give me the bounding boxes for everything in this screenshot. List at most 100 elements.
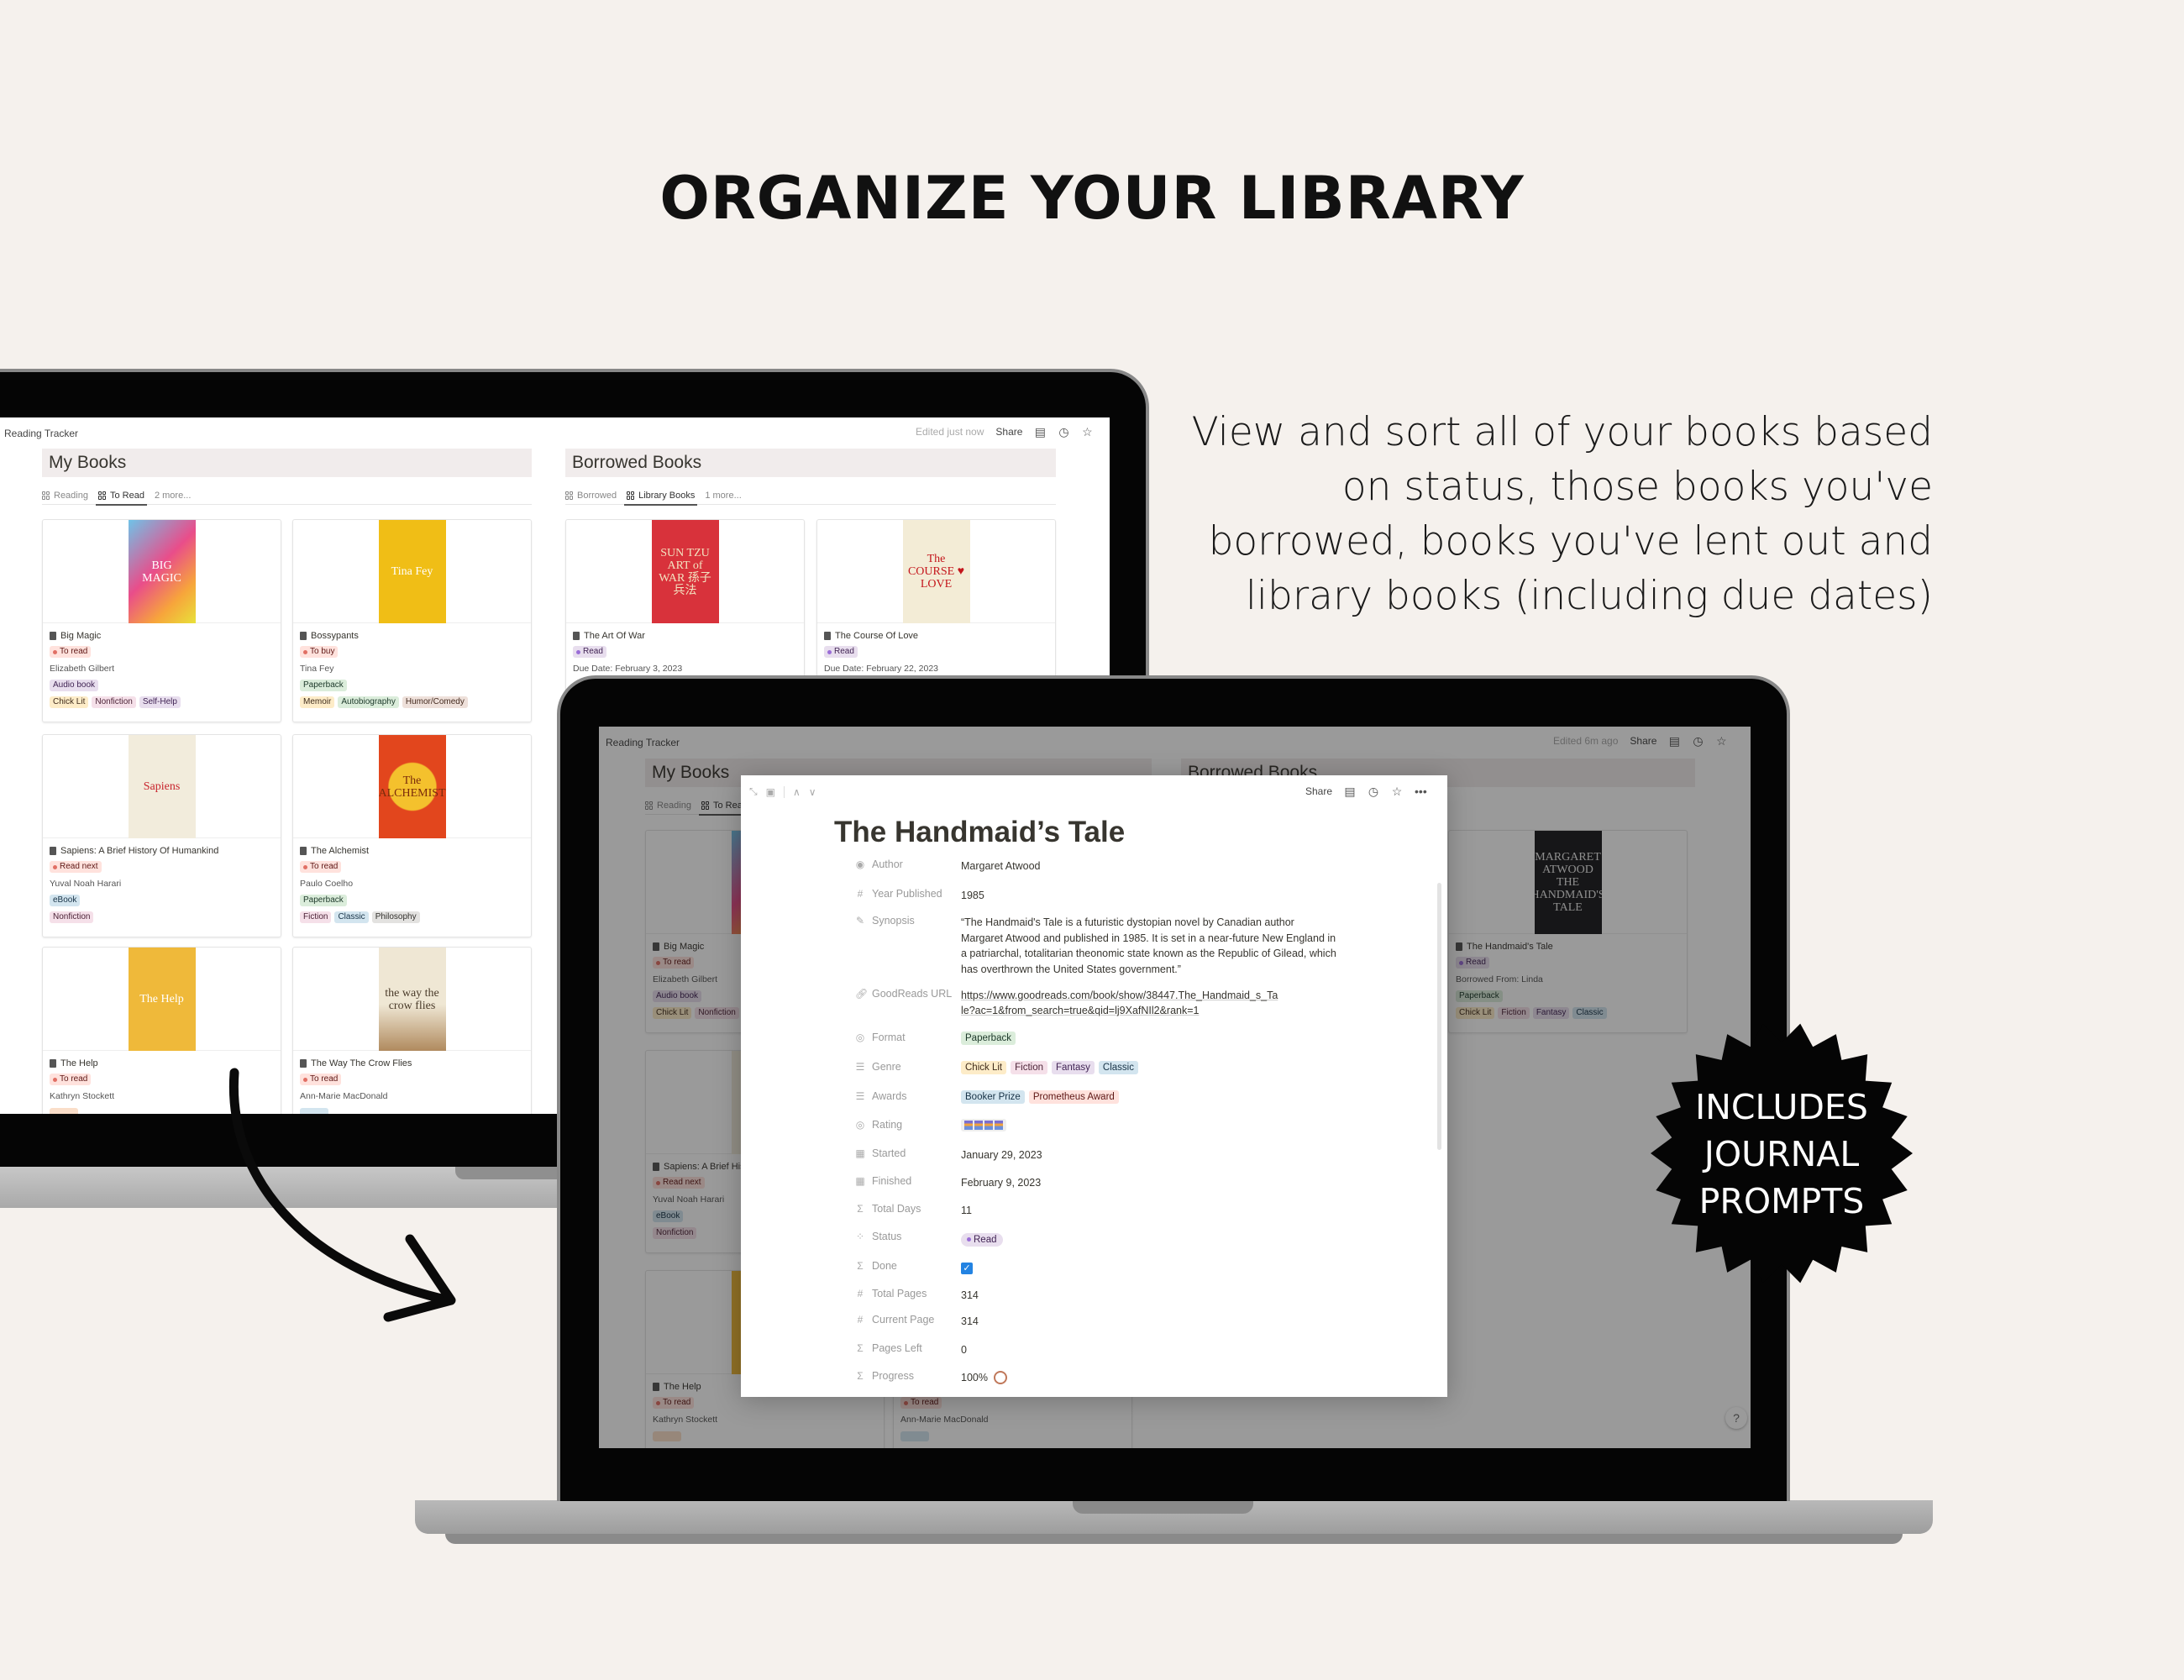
property-label[interactable]: ◉ Author bbox=[855, 858, 903, 870]
list-icon: ☰ bbox=[855, 1061, 865, 1073]
tag-label: Prometheus Award bbox=[1032, 1092, 1115, 1102]
property-label-text: GoodReads URL bbox=[872, 988, 953, 1000]
genre-tag: Nonfiction bbox=[50, 911, 94, 923]
cover-area: The Help bbox=[43, 948, 281, 1051]
property-value[interactable]: January 29, 2023 bbox=[961, 1147, 1339, 1163]
chevron-down-icon[interactable]: ∨ bbox=[809, 786, 816, 798]
book-card[interactable]: The ALCHEMIST The Alchemist To read Paulo C… bbox=[292, 734, 532, 937]
genre-tag: Nonfiction bbox=[92, 696, 136, 708]
property-label[interactable]: 🔗︎ GoodReads URL bbox=[855, 988, 952, 1000]
property-value[interactable]: Margaret Atwood bbox=[961, 858, 1339, 874]
more-icon[interactable]: ••• bbox=[1415, 785, 1427, 797]
breadcrumb[interactable]: Reading Tracker bbox=[4, 428, 78, 439]
property-value[interactable]: Booker Prize Prometheus Award bbox=[961, 1090, 1339, 1104]
page-title[interactable]: The Handmaid’s Tale bbox=[834, 816, 1125, 849]
property-label[interactable]: ✎ Synopsis bbox=[855, 915, 915, 927]
book-card[interactable]: Tina Fey Bossypants To buy Tina Fey Paperbac… bbox=[292, 519, 532, 722]
property-label[interactable]: Σ Total Days bbox=[855, 1203, 921, 1215]
tab-reading[interactable]: Reading bbox=[42, 486, 88, 505]
property-value[interactable]: 11 bbox=[961, 1203, 1339, 1218]
property-label[interactable]: ⁘ Status bbox=[855, 1231, 901, 1242]
tab-to-read[interactable]: To Read bbox=[95, 486, 147, 506]
hash-icon: # bbox=[857, 888, 864, 900]
property-label[interactable]: ◎ Rating bbox=[855, 1119, 902, 1131]
property-label[interactable]: ▦ Finished bbox=[855, 1175, 911, 1187]
property-label[interactable]: # Total Pages bbox=[855, 1288, 927, 1299]
arrow-head bbox=[383, 1234, 456, 1322]
property-value[interactable]: 100% bbox=[961, 1370, 1339, 1385]
more-views-button[interactable]: 1 more... bbox=[705, 486, 741, 505]
book-card[interactable]: SapiensSapiens: A Brief History Of Human… bbox=[42, 734, 281, 937]
property-label[interactable]: Σ Progress bbox=[855, 1370, 914, 1382]
open-as-page-icon[interactable]: ▣ bbox=[766, 786, 775, 798]
scrollbar[interactable] bbox=[1437, 883, 1441, 1150]
property-value[interactable]: Chick Lit Fiction Fantasy Classic bbox=[961, 1061, 1339, 1074]
star-icon[interactable]: ☆ bbox=[1081, 426, 1093, 438]
divider bbox=[783, 785, 785, 798]
format-tag: Audio book bbox=[50, 680, 99, 691]
edit-icon: ✎ bbox=[855, 915, 865, 927]
goodreads-link[interactable]: https://www.goodreads.com/book/show/3844… bbox=[961, 990, 1278, 1016]
property-value[interactable]: February 9, 2023 bbox=[961, 1175, 1339, 1190]
more-views-button[interactable]: 2 more... bbox=[155, 486, 191, 505]
card-title-text: The Way The Crow Flies bbox=[311, 1058, 412, 1068]
property-label[interactable]: # Year Published bbox=[855, 888, 942, 900]
property-value[interactable]: ✓ bbox=[961, 1260, 1339, 1275]
property-label[interactable]: Σ Pages Left bbox=[855, 1342, 921, 1354]
format-row bbox=[50, 1105, 274, 1114]
status-row: To read bbox=[50, 1071, 274, 1088]
tab-borrowed[interactable]: Borrowed bbox=[565, 486, 617, 505]
property-label[interactable]: ▦ Started bbox=[855, 1147, 906, 1159]
property-value[interactable]: https://www.goodreads.com/book/show/3844… bbox=[961, 988, 1280, 1018]
link-icon: 🔗︎ bbox=[855, 988, 869, 1000]
author: Kathryn Stockett bbox=[50, 1091, 115, 1101]
format-row: Paperback bbox=[300, 892, 524, 909]
book-card[interactable]: BIG MAGIC Big Magic To read Elizabeth Gilbe… bbox=[42, 519, 281, 722]
done-checkbox[interactable]: ✓ bbox=[961, 1263, 973, 1274]
badge-text: INCLUDES JOURNAL PROMPTS bbox=[1656, 1084, 1908, 1225]
status-tag: To read bbox=[50, 1074, 92, 1085]
expand-icon[interactable]: ⤡ bbox=[749, 785, 758, 798]
comment-icon[interactable]: ▤ bbox=[1034, 426, 1046, 438]
property-value[interactable] bbox=[961, 1119, 1339, 1134]
property-label[interactable]: ☰ Awards bbox=[855, 1090, 907, 1102]
star-icon[interactable]: ☆ bbox=[1391, 785, 1403, 797]
book-card[interactable]: the way the crow flies The Way The Crow F… bbox=[292, 947, 532, 1114]
tab-library-books[interactable]: Library Books bbox=[624, 486, 698, 506]
property-value[interactable]: 314 bbox=[961, 1288, 1339, 1303]
clock-icon[interactable]: ◷ bbox=[1368, 785, 1379, 797]
book-cover: The ALCHEMIST bbox=[378, 735, 446, 838]
property-value[interactable]: 0 bbox=[961, 1342, 1339, 1357]
card-title: Big Magic bbox=[50, 628, 274, 643]
author: Tina Fey bbox=[300, 664, 334, 674]
card-body: The Course Of Love Read Due Date: February… bbox=[817, 623, 1055, 682]
property-value[interactable]: “The Handmaid's Tale is a futuristic dys… bbox=[961, 915, 1339, 977]
card-body: The Help To read Kathryn Stockett bbox=[43, 1051, 281, 1114]
description-line: library books (including due dates) bbox=[1245, 573, 1933, 619]
comment-icon[interactable]: ▤ bbox=[1344, 785, 1356, 797]
property-label[interactable]: # Current Page bbox=[855, 1314, 935, 1326]
chevron-up-icon[interactable]: ∧ bbox=[793, 786, 801, 798]
property-label[interactable]: Σ Done bbox=[855, 1260, 897, 1272]
property-label[interactable]: ☰ Genre bbox=[855, 1061, 901, 1073]
share-button[interactable]: Share bbox=[995, 426, 1022, 438]
status-dot bbox=[303, 649, 307, 654]
book-icon bbox=[573, 632, 580, 640]
format-tag bbox=[300, 1108, 328, 1114]
property-label-text: Progress bbox=[872, 1370, 915, 1382]
edited-status: Edited just now bbox=[916, 426, 984, 438]
book-card[interactable]: The Help The Help To read Kathryn Stockett bbox=[42, 947, 281, 1114]
property-label[interactable]: ◎ Format bbox=[855, 1032, 906, 1043]
author: Yuval Noah Harari bbox=[50, 879, 122, 889]
status-tag: Read bbox=[824, 646, 858, 658]
clock-icon[interactable]: ◷ bbox=[1058, 426, 1069, 438]
book-cover: the way the crow flies bbox=[378, 948, 446, 1051]
property-value[interactable]: Paperback bbox=[961, 1032, 1339, 1045]
property-value[interactable]: 1985 bbox=[961, 888, 1339, 903]
book-cover: The COURSE ♥ LOVE bbox=[902, 520, 970, 623]
property-value-text: 0 bbox=[961, 1344, 967, 1356]
property-value[interactable]: Read bbox=[961, 1231, 1339, 1247]
format-tag-label: eBook bbox=[53, 895, 77, 905]
share-button[interactable]: Share bbox=[1305, 785, 1332, 797]
property-value[interactable]: 314 bbox=[961, 1314, 1339, 1329]
